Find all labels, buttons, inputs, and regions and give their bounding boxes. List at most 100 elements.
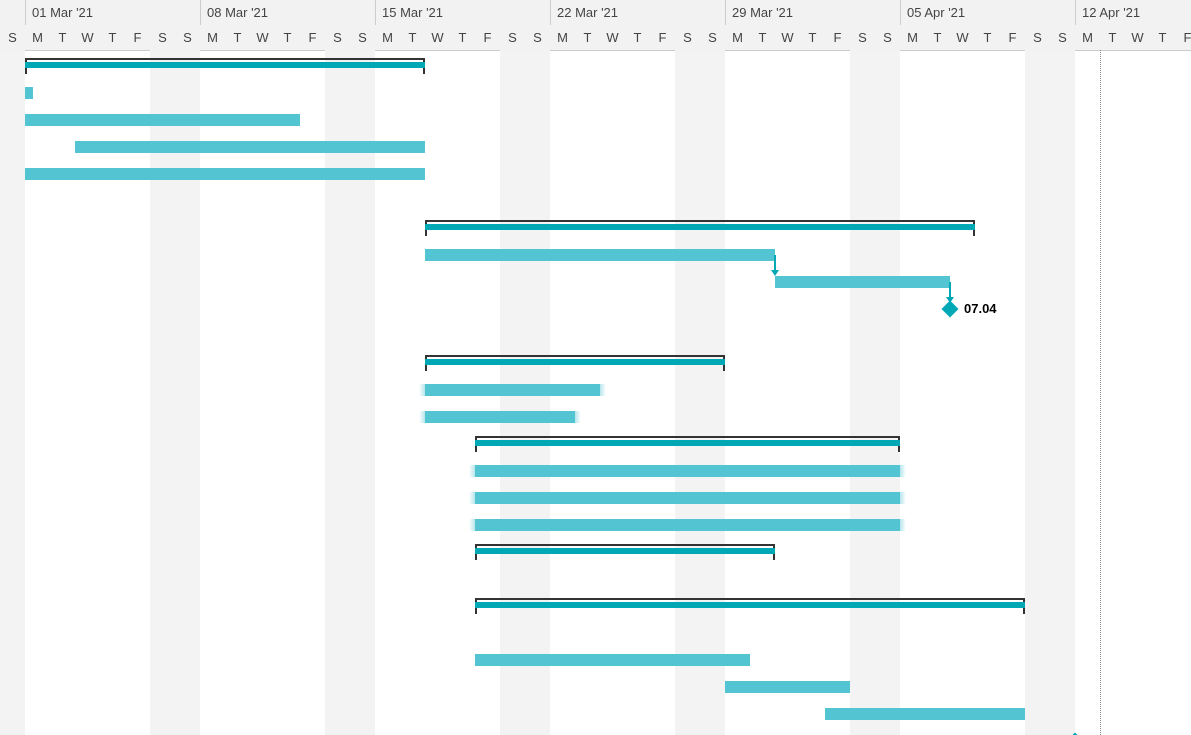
day-label: W	[250, 25, 275, 50]
task-6a[interactable]	[0, 652, 1191, 679]
week-label: 15 Mar '21	[375, 0, 550, 25]
day-label: S	[1050, 25, 1075, 50]
phase-5-bar[interactable]	[475, 544, 775, 554]
phase-6-bar[interactable]	[475, 598, 1025, 608]
phase-3-bar[interactable]	[425, 355, 725, 365]
day-label: S	[1025, 25, 1050, 50]
phase-1[interactable]	[0, 58, 1191, 85]
day-label: T	[275, 25, 300, 50]
task-4a-bar[interactable]	[475, 465, 900, 477]
day-label: F	[300, 25, 325, 50]
task-6b-bar[interactable]	[725, 681, 850, 693]
task-4c-bar[interactable]	[475, 519, 900, 531]
day-label: S	[700, 25, 725, 50]
day-label: S	[350, 25, 375, 50]
phase-4-bar[interactable]	[475, 436, 900, 446]
day-label: F	[1000, 25, 1025, 50]
task-1d-bar[interactable]	[25, 168, 425, 180]
day-label: F	[475, 25, 500, 50]
day-label: S	[175, 25, 200, 50]
week-label: 01 Mar '21	[25, 0, 200, 25]
task-1c-bar[interactable]	[75, 141, 425, 153]
week-label: 05 Apr '21	[900, 0, 1075, 25]
dependency-arrow-icon	[946, 297, 954, 303]
day-label: F	[825, 25, 850, 50]
day-label: S	[875, 25, 900, 50]
day-label: T	[925, 25, 950, 50]
day-label: W	[775, 25, 800, 50]
week-label: 12 Apr '21	[1075, 0, 1191, 25]
task-2a-bar[interactable]	[425, 249, 775, 261]
day-label: S	[525, 25, 550, 50]
task-1b-bar[interactable]	[25, 114, 300, 126]
task-3a[interactable]	[0, 382, 1191, 409]
day-label: T	[1150, 25, 1175, 50]
day-label: T	[400, 25, 425, 50]
phase-2-bar[interactable]	[425, 220, 975, 230]
phase-1-bar[interactable]	[25, 58, 425, 68]
task-2a[interactable]	[0, 247, 1191, 274]
day-label: T	[575, 25, 600, 50]
task-1c[interactable]	[0, 139, 1191, 166]
task-6b[interactable]	[0, 679, 1191, 706]
day-label: F	[125, 25, 150, 50]
day-label: T	[1100, 25, 1125, 50]
day-label: T	[225, 25, 250, 50]
day-label: S	[150, 25, 175, 50]
day-label: T	[100, 25, 125, 50]
day-label: S	[325, 25, 350, 50]
task-1d[interactable]	[0, 166, 1191, 193]
phase-4[interactable]	[0, 436, 1191, 463]
day-label: T	[50, 25, 75, 50]
day-label: T	[800, 25, 825, 50]
task-6c[interactable]	[0, 706, 1191, 733]
day-label: S	[675, 25, 700, 50]
day-label: T	[625, 25, 650, 50]
day-label: S	[0, 25, 25, 50]
phase-6[interactable]	[0, 598, 1191, 625]
day-label: T	[450, 25, 475, 50]
week-label: 22 Mar '21	[550, 0, 725, 25]
phase-2[interactable]	[0, 220, 1191, 247]
day-label: M	[725, 25, 750, 50]
day-label: M	[25, 25, 50, 50]
day-label: M	[200, 25, 225, 50]
dependency-arrow-icon	[771, 270, 779, 276]
task-6c-bar[interactable]	[825, 708, 1025, 720]
task-2b-bar[interactable]	[775, 276, 950, 288]
task-3b-bar[interactable]	[425, 411, 575, 423]
milestone-0704-diamond[interactable]	[942, 301, 959, 318]
day-label: W	[600, 25, 625, 50]
day-label: W	[1125, 25, 1150, 50]
day-label: T	[975, 25, 1000, 50]
day-label: T	[750, 25, 775, 50]
day-label: M	[375, 25, 400, 50]
day-label: S	[850, 25, 875, 50]
day-label: F	[650, 25, 675, 50]
day-label: M	[1075, 25, 1100, 50]
task-1a-bar[interactable]	[25, 87, 33, 99]
day-label: F	[1175, 25, 1191, 50]
phase-3[interactable]	[0, 355, 1191, 382]
task-1b[interactable]	[0, 112, 1191, 139]
task-2b[interactable]	[0, 274, 1191, 301]
task-4b-bar[interactable]	[475, 492, 900, 504]
timeline-header: 01 Mar '2108 Mar '2115 Mar '2122 Mar '21…	[0, 0, 1191, 51]
day-label: M	[900, 25, 925, 50]
task-3a-bar[interactable]	[425, 384, 600, 396]
milestone-0704[interactable]: 07.04	[0, 301, 1191, 328]
task-6a-bar[interactable]	[475, 654, 750, 666]
week-label: 29 Mar '21	[725, 0, 900, 25]
task-4a[interactable]	[0, 463, 1191, 490]
day-label: W	[75, 25, 100, 50]
task-3b[interactable]	[0, 409, 1191, 436]
gantt-chart[interactable]: 01 Mar '2108 Mar '2115 Mar '2122 Mar '21…	[0, 0, 1191, 735]
task-1a[interactable]	[0, 85, 1191, 112]
task-4b[interactable]	[0, 490, 1191, 517]
gantt-body[interactable]: 07.0412.04	[0, 50, 1191, 735]
day-label: S	[500, 25, 525, 50]
day-label: W	[950, 25, 975, 50]
phase-5[interactable]	[0, 544, 1191, 571]
week-label: 08 Mar '21	[200, 0, 375, 25]
task-4c[interactable]	[0, 517, 1191, 544]
